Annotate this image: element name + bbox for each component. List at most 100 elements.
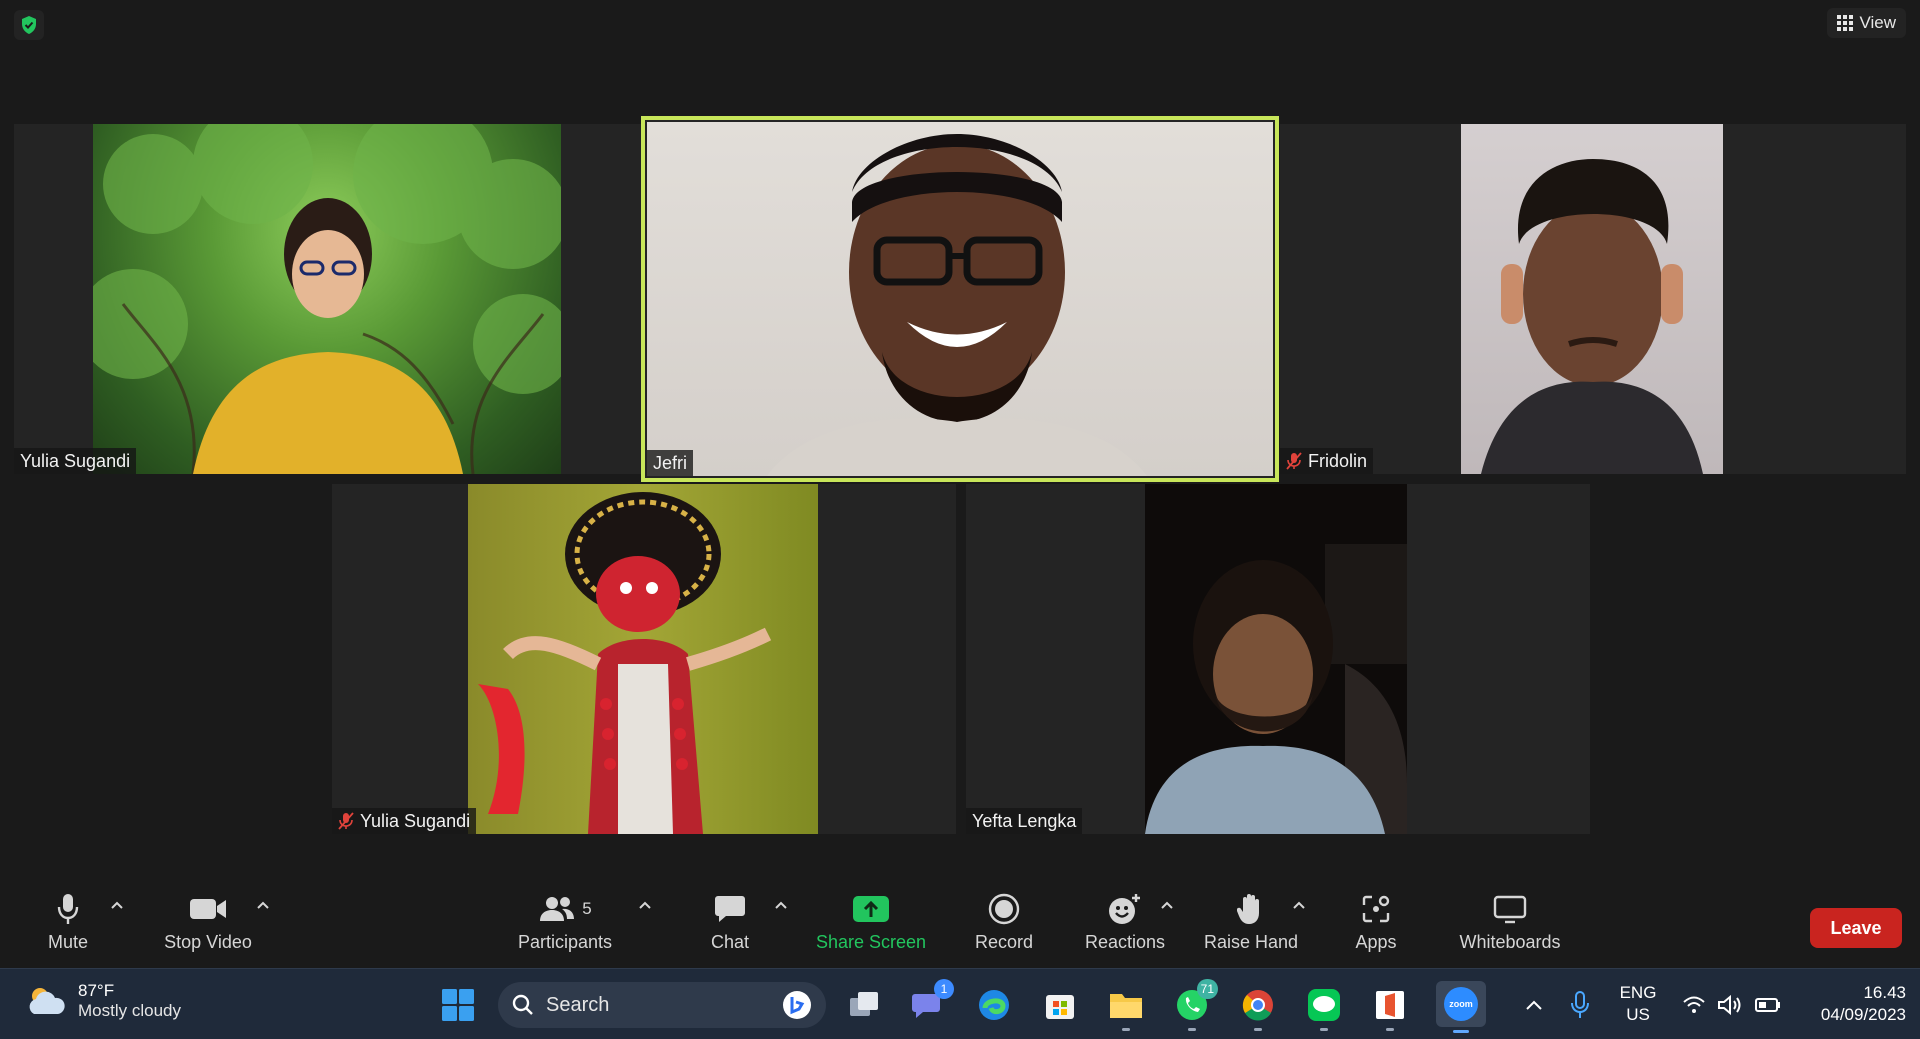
video-options-chevron-up-icon[interactable] [256,898,270,912]
windows-taskbar: 87°F Mostly cloudy Search 1 71 zoom ENG … [0,968,1920,1039]
reactions-button[interactable]: Reactions [1084,892,1166,953]
language-indicator[interactable]: ENG US [1614,982,1662,1026]
whatsapp-icon[interactable]: 71 [1172,979,1218,1031]
record-button[interactable]: Record [974,892,1034,953]
share-screen-icon [853,896,889,922]
participants-count: 5 [582,899,592,918]
participant-name: Fridolin [1308,450,1368,471]
whiteboards-label: Whiteboards [1459,932,1561,952]
video-tile-yulia-2[interactable]: Yulia Sugandi [332,484,956,834]
taskbar-search-box[interactable]: Search [498,982,826,1028]
microphone-icon [57,894,79,924]
microphone-tray-icon[interactable] [1560,985,1600,1025]
view-label: View [1859,13,1896,32]
apps-icon [1362,895,1390,923]
search-placeholder: Search [546,993,610,1016]
mute-label: Mute [47,932,89,952]
stop-video-label: Stop Video [164,932,252,952]
video-tile-fridolin[interactable]: Fridolin [1280,124,1906,474]
name-tag: Yulia Sugandi [14,448,137,474]
share-screen-button[interactable]: Share Screen [816,892,926,953]
bing-chat-icon [783,991,811,1019]
cloudy-weather-icon [29,988,65,1014]
zoom-app-icon[interactable]: zoom [1436,981,1486,1033]
participants-label: Participants [517,932,613,952]
zoom-icon-label: zoom [1449,999,1473,1009]
whatsapp-badge: 71 [1196,979,1218,999]
name-tag: Yulia Sugandi [332,808,477,834]
start-button[interactable] [438,985,478,1025]
video-tile-yulia-1[interactable]: Yulia Sugandi [14,124,642,474]
reactions-options-chevron-up-icon[interactable] [1160,898,1174,912]
weather-description: Mostly cloudy [78,1001,181,1020]
volume-icon[interactable] [1710,985,1750,1025]
whiteboard-icon [1493,895,1527,924]
search-icon [512,994,533,1015]
chrome-browser-icon[interactable] [1238,985,1278,1031]
line-messenger-icon[interactable] [1304,985,1344,1031]
file-explorer-icon[interactable] [1106,985,1146,1031]
meeting-toolbar: Mute Stop Video 5 Participants Chat Shar [0,880,1920,968]
participant-video [93,124,561,474]
weather-widget[interactable]: 87°F Mostly cloudy [26,981,181,1021]
participant-video [647,122,1273,476]
wifi-icon[interactable] [1674,985,1714,1025]
video-tile-jefri[interactable]: Jefri [641,116,1279,482]
participant-video [468,484,818,834]
participant-video [1145,484,1407,834]
raised-hand-icon [1237,894,1259,924]
mic-muted-icon [338,812,354,830]
chat-label: Chat [710,932,750,952]
security-shield-icon[interactable] [14,10,44,40]
zoom-meeting-window: View Yulia Sugandi Jefri Fridolin Yulia … [0,0,1920,1039]
chat-button[interactable]: Chat [706,892,754,953]
record-icon [988,893,1020,925]
participant-name: Jefri [653,452,688,473]
leave-button[interactable]: Leave [1810,908,1902,948]
name-tag: Fridolin [1280,448,1374,474]
mic-muted-icon [1286,452,1302,470]
edge-browser-icon[interactable] [974,985,1014,1025]
battery-icon[interactable] [1748,985,1788,1025]
apps-label: Apps [1355,932,1397,952]
windows-logo-icon [442,989,474,1021]
participants-options-chevron-up-icon[interactable] [638,898,652,912]
clock[interactable]: 16.43 04/09/2023 [1796,982,1906,1026]
participant-video [1461,124,1723,474]
video-camera-icon [190,899,226,919]
share-screen-label: Share Screen [815,932,927,952]
teams-badge: 1 [934,979,954,999]
name-tag: Jefri [647,450,694,476]
show-hidden-icons-chevron-up-icon[interactable] [1514,985,1554,1025]
raise-hand-options-chevron-up-icon[interactable] [1292,898,1306,912]
smiley-plus-icon [1109,894,1140,924]
grid-icon [1837,15,1854,31]
raise-hand-label: Raise Hand [1203,932,1299,952]
participants-icon [540,897,575,921]
stop-video-button[interactable]: Stop Video [160,892,256,953]
view-button[interactable]: View [1827,8,1906,38]
audio-options-chevron-up-icon[interactable] [110,898,124,912]
chat-bubble-icon [715,896,745,922]
clock-time: 16.43 [1863,983,1906,1002]
task-view-icon[interactable] [844,985,884,1025]
raise-hand-button[interactable]: Raise Hand [1204,892,1298,953]
microsoft-store-icon[interactable] [1040,985,1080,1025]
record-label: Record [974,932,1034,952]
video-tile-yefta[interactable]: Yefta Lengka [966,484,1590,834]
whiteboards-button[interactable]: Whiteboards [1454,892,1566,953]
chat-options-chevron-up-icon[interactable] [774,898,788,912]
participant-name: Yulia Sugandi [20,450,131,471]
teams-chat-icon[interactable]: 1 [908,979,954,1025]
participant-name: Yulia Sugandi [360,810,471,831]
participant-name: Yefta Lengka [972,810,1077,831]
language-line1: ENG [1619,983,1657,1002]
weather-temperature: 87°F [78,981,115,1000]
apps-button[interactable]: Apps [1352,892,1400,953]
language-line2: US [1626,1005,1650,1024]
office-app-icon[interactable] [1370,985,1410,1031]
mute-button[interactable]: Mute [38,892,98,953]
participants-button[interactable]: 5 Participants [512,892,618,953]
name-tag: Yefta Lengka [966,808,1083,834]
clock-date: 04/09/2023 [1820,1005,1906,1024]
